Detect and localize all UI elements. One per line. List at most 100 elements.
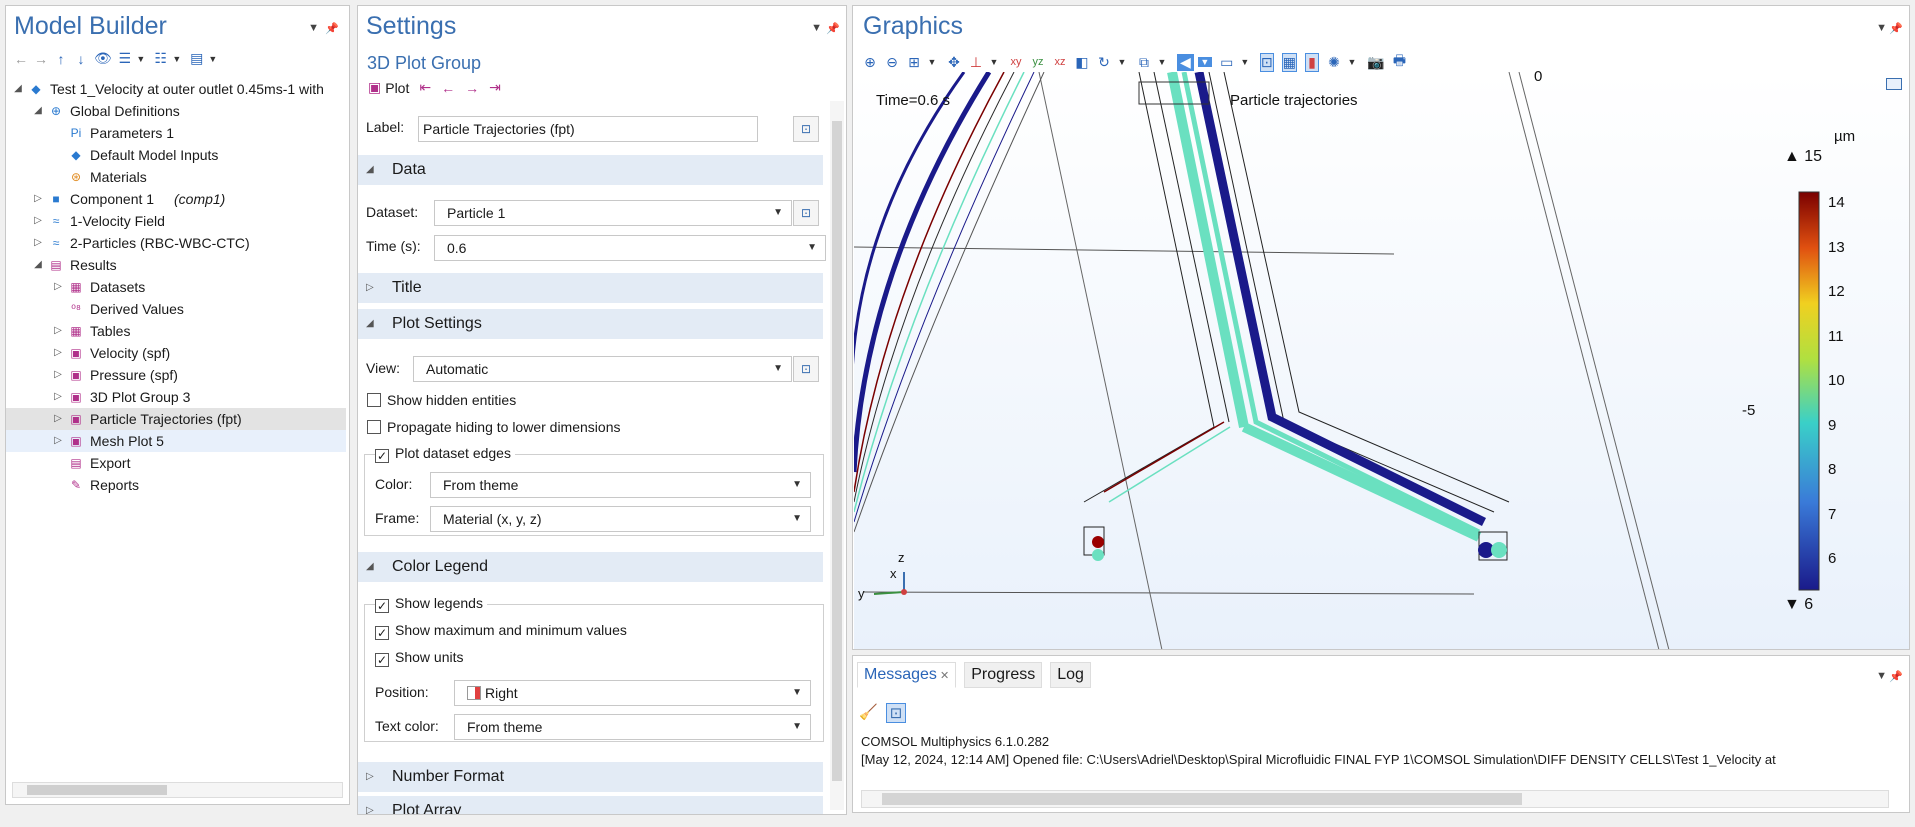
tab-progress[interactable]: Progress (964, 662, 1043, 688)
zoom-box-icon[interactable]: ⊞ (907, 54, 921, 71)
expand-arrow-icon[interactable]: ▷ (52, 276, 64, 298)
xy-view-icon[interactable]: xy (1009, 56, 1023, 68)
last-icon[interactable]: ⇥ (489, 79, 501, 96)
collapse-arrow-icon[interactable]: ◢ (32, 254, 44, 276)
time-select[interactable]: 0.6 ▼ (434, 235, 826, 261)
clear-brush-icon[interactable]: 🧹 (859, 703, 878, 723)
expand-arrow-icon[interactable]: ▷ (52, 430, 64, 452)
pin-icon[interactable]: 📌 (1889, 670, 1903, 683)
show-legends-checkbox[interactable]: ✓ Show legends (375, 593, 487, 613)
tree-item[interactable]: ▷ ▣ Pressure (spf) (6, 364, 346, 386)
collapse-arrow-icon[interactable]: ◢ (12, 78, 24, 100)
view-goto-icon[interactable]: ⊡ (793, 356, 819, 382)
tree-item[interactable]: ◢ ⊕ Global Definitions (6, 100, 346, 122)
views-icon[interactable]: ⧉ (1137, 54, 1151, 71)
select-boundary-icon[interactable]: ⊡ (1259, 52, 1274, 72)
rotate-icon[interactable]: ↻ (1097, 54, 1111, 71)
tree-item[interactable]: ▷ ≈1-Velocity Field (6, 210, 346, 232)
expand-arrow-icon[interactable]: ▷ (52, 364, 64, 386)
chevron-down-icon[interactable]: ▼ (1238, 57, 1252, 67)
tree-item[interactable]: ✎ Reports (6, 474, 346, 496)
zoom-extents-icon[interactable]: ✥ (947, 54, 961, 71)
dataset-goto-icon[interactable]: ⊡ (793, 200, 819, 226)
tree-item[interactable]: ▷ ▣ Mesh Plot 5 (6, 430, 346, 452)
expand-arrow-icon[interactable]: ▷ (52, 408, 64, 430)
expand-arrow-icon[interactable]: ▷ (52, 342, 64, 364)
first-icon[interactable]: ⇤ (419, 79, 431, 96)
tab-log[interactable]: Log (1050, 662, 1091, 688)
close-icon[interactable]: ✕ (937, 670, 949, 682)
print-icon[interactable]: 🖶 (1392, 50, 1406, 74)
go-to-default-view-icon[interactable]: ◧ (1075, 54, 1089, 71)
tree-item[interactable]: ◆ Default Model Inputs (6, 144, 346, 166)
pin-icon[interactable]: 📌 (1889, 22, 1903, 35)
plot-button[interactable]: Plot (385, 80, 409, 96)
pane-menu-icon[interactable]: ▼ (1876, 670, 1887, 682)
pin-icon[interactable]: 📌 (325, 22, 339, 35)
next-icon[interactable]: → (465, 80, 479, 96)
messages-horizontal-scrollbar[interactable] (861, 790, 1889, 808)
position-select[interactable]: Right ▼ (454, 680, 811, 706)
tree-item[interactable]: ▤ Export (6, 452, 346, 474)
section-data[interactable]: ◢ Data (358, 155, 823, 185)
tree-item[interactable]: ▷ ▣ Velocity (spf) (6, 342, 346, 364)
show-maxmin-checkbox[interactable]: ✓ Show maximum and minimum values (375, 620, 627, 640)
expand-sections-icon[interactable]: ☰ (118, 50, 132, 67)
messages-settings-icon[interactable]: ⊡ (885, 703, 907, 723)
legend-toggle-icon[interactable] (1886, 78, 1902, 90)
tree-item[interactable]: ▷ ≈2-Particles (RBC-WBC-CTC) (6, 232, 346, 254)
pane-menu-icon[interactable]: ▼ (811, 22, 822, 34)
show-icon[interactable]: 👁 (94, 50, 112, 67)
pane-menu-icon[interactable]: ▼ (308, 22, 319, 34)
label-edit-icon[interactable]: ⊡ (793, 116, 819, 142)
light-icon[interactable]: ◀ (1177, 53, 1194, 71)
show-units-checkbox[interactable]: ✓ Show units (375, 647, 463, 667)
chevron-down-icon[interactable]: ▼ (206, 54, 220, 64)
section-title[interactable]: ▷ Title (358, 273, 823, 303)
expand-arrow-icon[interactable]: ▷ (32, 188, 44, 210)
tree-item[interactable]: ▷ ■ Component 1 (comp1) (6, 188, 346, 210)
color-select[interactable]: From theme ▼ (430, 472, 811, 498)
pane-menu-icon[interactable]: ▼ (1876, 22, 1887, 34)
axis-orientation-icon[interactable]: ⊥ (969, 54, 983, 71)
zoom-in-icon[interactable]: ⊕ (863, 54, 877, 71)
vertical-scrollbar[interactable] (830, 101, 844, 810)
frame-select[interactable]: Material (x, y, z) ▼ (430, 506, 811, 532)
tree-item[interactable]: ◢ ▤ Results (6, 254, 346, 276)
expand-arrow-icon[interactable]: ▷ (52, 320, 64, 342)
chevron-down-icon[interactable]: ▼ (1197, 57, 1212, 67)
tree-item[interactable]: ⁰⁸ Derived Values (6, 298, 346, 320)
tree-item[interactable]: ◢ ◆ Test 1_Velocity at outer outlet 0.45ms… (6, 78, 346, 100)
scene-light-icon[interactable]: ✺ (1327, 54, 1341, 71)
propagate-hiding-checkbox[interactable]: Propagate hiding to lower dimensions (367, 417, 620, 437)
transparency-icon[interactable]: ▭ (1220, 54, 1234, 71)
label-input[interactable]: Particle Trajectories (fpt) (418, 116, 758, 142)
chevron-down-icon[interactable]: ▼ (134, 54, 148, 64)
collapse-icon[interactable]: ☷ (154, 50, 168, 67)
chevron-down-icon[interactable]: ▼ (987, 57, 1001, 67)
tree-item[interactable]: Pi Parameters 1 (6, 122, 346, 144)
previous-icon[interactable]: ← (441, 80, 455, 96)
camera-icon[interactable]: 📷 (1367, 54, 1384, 71)
tab-messages[interactable]: Messages ✕ (857, 662, 957, 688)
wireframe-icon[interactable]: ▮ (1305, 52, 1320, 72)
tree-item[interactable]: ▷ ▦ Tables (6, 320, 346, 342)
chevron-down-icon[interactable]: ▼ (170, 54, 184, 64)
move-down-icon[interactable]: ↓ (74, 51, 88, 67)
section-plot-settings[interactable]: ◢ Plot Settings (358, 309, 823, 339)
graphics-canvas[interactable]: Time=0.6 s Particle trajectories 0 -5 z … (853, 68, 1909, 649)
yz-view-icon[interactable]: yz (1031, 56, 1045, 68)
text-color-select[interactable]: From theme ▼ (454, 714, 811, 740)
chevron-down-icon[interactable]: ▼ (1115, 57, 1129, 67)
layout-icon[interactable]: ▤ (190, 50, 204, 67)
move-up-icon[interactable]: ↑ (54, 51, 68, 67)
plot-icon[interactable]: ▣ (368, 79, 381, 96)
chevron-down-icon[interactable]: ▼ (1155, 57, 1169, 67)
horizontal-scrollbar[interactable] (12, 782, 343, 798)
back-arrow-icon[interactable]: ← (14, 51, 28, 67)
chevron-down-icon[interactable]: ▼ (1345, 57, 1359, 67)
pin-icon[interactable]: 📌 (826, 22, 840, 35)
show-hidden-checkbox[interactable]: Show hidden entities (367, 390, 516, 410)
view-select[interactable]: Automatic ▼ (413, 356, 792, 382)
tree-item[interactable]: ▷ ▣ Particle Trajectories (fpt) (6, 408, 346, 430)
